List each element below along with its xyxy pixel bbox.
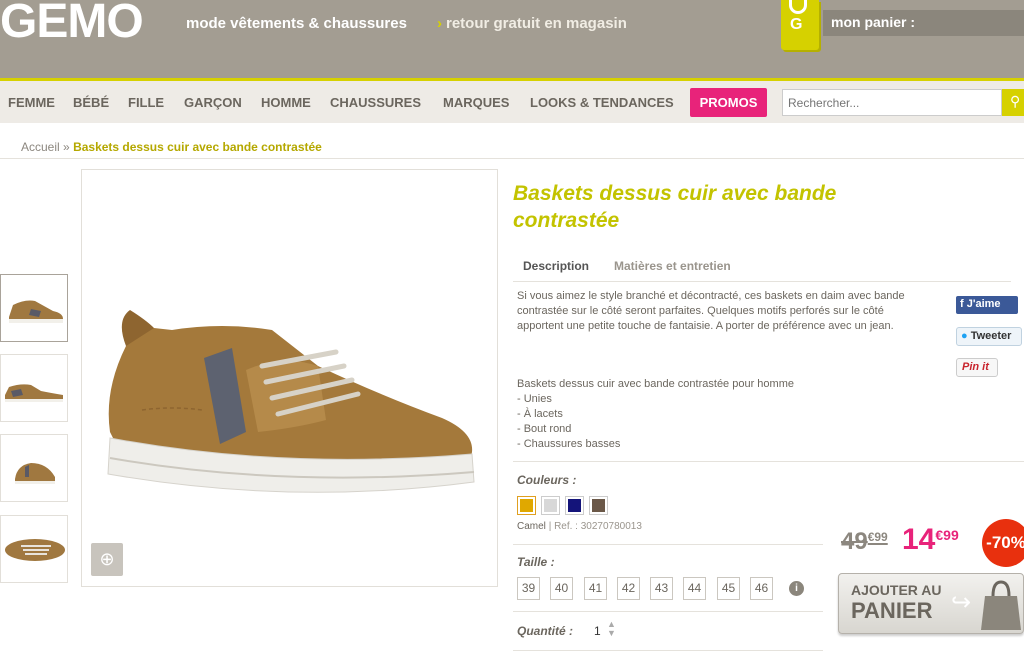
shoe-front-thumbnail (15, 463, 55, 484)
nav-item-garcon[interactable]: GARÇON (184, 95, 242, 110)
stepper-down-icon[interactable]: ▼ (607, 629, 616, 638)
tweet-button[interactable]: ● Tweeter (956, 327, 1022, 346)
ref-label: | Ref. : (548, 521, 578, 532)
pinterest-button[interactable]: Pin it (956, 358, 998, 377)
feature-item: - À lacets (517, 408, 563, 420)
color-swatch-brown[interactable] (589, 496, 608, 515)
swatch-fill (544, 499, 557, 512)
tab-materials[interactable]: Matières et entretien (614, 259, 731, 273)
shoe-top-thumbnail (5, 539, 65, 561)
product-features: Baskets dessus cuir avec bande contrasté… (517, 377, 917, 452)
facebook-icon: f (960, 298, 967, 310)
sneaker-illustration (107, 310, 475, 493)
thumbnail-4[interactable] (0, 515, 68, 583)
size-option-39[interactable]: 39 (517, 577, 540, 600)
sale-price-dec: €99 (935, 527, 959, 543)
site-logo[interactable]: GEMO (0, 0, 144, 49)
size-option-40[interactable]: 40 (550, 577, 573, 600)
size-option-45[interactable]: 45 (717, 577, 740, 600)
feature-item: - Bout rond (517, 423, 572, 435)
color-swatch-camel[interactable] (517, 496, 536, 515)
breadcrumb: Accueil » Baskets dessus cuir avec bande… (21, 140, 322, 154)
size-option-44[interactable]: 44 (683, 577, 706, 600)
zoom-icon[interactable]: ⊕ (91, 543, 123, 576)
breadcrumb-rule (0, 158, 1024, 159)
nav-item-promos[interactable]: PROMOS (690, 88, 767, 117)
arrow-icon: ↪ (951, 589, 972, 616)
color-name: Camel (517, 521, 546, 532)
divider (513, 461, 1024, 462)
size-info-icon[interactable]: i (789, 581, 804, 596)
quantity-label: Quantité : (517, 624, 573, 638)
shoe-side-thumbnail (9, 300, 63, 323)
features-title: Baskets dessus cuir avec bande contrasté… (517, 378, 794, 390)
quantity-stepper[interactable]: ▲ ▼ (607, 620, 616, 638)
swatch-fill (568, 499, 581, 512)
return-label: retour gratuit en magasin (446, 15, 627, 32)
sale-price-int: 14 (902, 523, 936, 556)
size-option-43[interactable]: 43 (650, 577, 673, 600)
breadcrumb-home[interactable]: Accueil (21, 140, 60, 154)
size-option-46[interactable]: 46 (750, 577, 773, 600)
shopping-bag-icon[interactable]: G (781, 0, 819, 50)
nav-item-bebe[interactable]: BÉBÉ (73, 95, 109, 110)
tab-description[interactable]: Description (523, 259, 589, 273)
shoe-pair-thumbnail (5, 384, 63, 402)
swatch-fill (520, 499, 533, 512)
nav-item-marques[interactable]: MARQUES (443, 95, 509, 110)
nav-item-looks[interactable]: LOOKS & TENDANCES (530, 95, 674, 110)
header-tagline: mode vêtements & chaussures (186, 15, 407, 32)
facebook-label: J'aime (966, 298, 1001, 310)
divider (513, 611, 823, 612)
thumbnail-2[interactable] (0, 354, 68, 422)
ref-number: 30270780013 (580, 521, 642, 532)
tweet-label: Tweeter (970, 330, 1012, 342)
sale-price: 14€99 (902, 523, 959, 557)
product-main-image[interactable] (81, 169, 498, 587)
product-tabs: Description Matières et entretien (513, 249, 1011, 282)
colors-label: Couleurs : (517, 473, 577, 487)
nav-item-homme[interactable]: HOMME (261, 95, 311, 110)
breadcrumb-separator: » (63, 140, 70, 154)
nav-item-fille[interactable]: FILLE (128, 95, 164, 110)
twitter-icon: ● (961, 330, 971, 342)
divider (513, 650, 823, 651)
bag-letter: G (790, 16, 803, 33)
nav-item-chaussures[interactable]: CHAUSSURES (330, 95, 421, 110)
shopping-bag-icon (981, 580, 1021, 630)
add-to-cart-button[interactable]: AJOUTER AU PANIER ↪ (838, 573, 1024, 634)
add-to-cart-line1: AJOUTER AU (851, 582, 942, 598)
cart-label[interactable]: mon panier : (831, 14, 915, 30)
old-price: 49€99 (841, 528, 888, 556)
feature-item: - Unies (517, 393, 552, 405)
old-price-dec: €99 (867, 530, 888, 544)
feature-item: - Chaussures basses (517, 438, 621, 450)
swatch-fill (592, 499, 605, 512)
search-icon[interactable]: ⚲ (1002, 89, 1024, 116)
header-return-link[interactable]: › retour gratuit en magasin (437, 15, 627, 32)
nav-item-femme[interactable]: FEMME (8, 95, 55, 110)
size-label: Taille : (517, 555, 555, 569)
old-price-int: 49 (841, 528, 868, 555)
size-option-41[interactable]: 41 (584, 577, 607, 600)
breadcrumb-current: Baskets dessus cuir avec bande contrasté… (73, 140, 322, 154)
product-title: Baskets dessus cuir avec bande contrasté… (513, 182, 837, 232)
search-input[interactable] (782, 89, 1002, 116)
thumbnail-3[interactable] (0, 434, 68, 502)
divider (513, 544, 823, 545)
discount-badge: -70% (982, 519, 1024, 567)
add-to-cart-line2: PANIER (851, 598, 933, 623)
quantity-value[interactable]: 1 (594, 624, 601, 638)
bag-handle (789, 0, 807, 14)
product-reference: Camel | Ref. : 30270780013 (517, 521, 642, 532)
color-swatch-grey[interactable] (541, 496, 560, 515)
facebook-like-button[interactable]: f J'aime (956, 296, 1018, 314)
thumbnail-1[interactable] (0, 274, 68, 342)
chevron-right-icon: › (437, 15, 442, 32)
color-swatch-navy[interactable] (565, 496, 584, 515)
size-option-42[interactable]: 42 (617, 577, 640, 600)
product-description: Si vous aimez le style branché et décont… (517, 290, 905, 332)
